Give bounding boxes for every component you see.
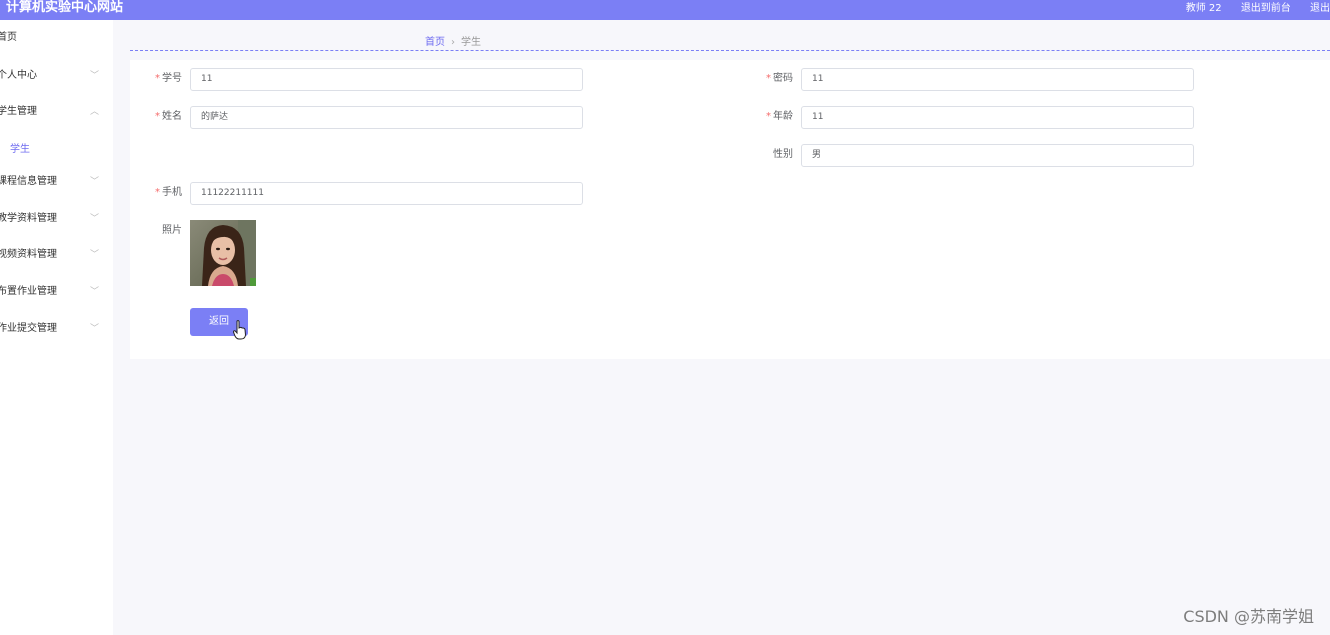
chevron-down-icon: ﹀ <box>89 177 99 187</box>
sidebar-item-label: 作业提交管理 <box>0 323 57 334</box>
sidebar-item-label: 个人中心 <box>0 70 37 81</box>
sidebar-item-label: 布置作业管理 <box>0 286 57 297</box>
password-field[interactable]: 11 <box>801 68 1194 91</box>
breadcrumb-separator-icon: › <box>451 37 455 48</box>
sidebar-item-label: 首页 <box>0 32 17 43</box>
sidebar-item-course-info[interactable]: 课程信息管理 ﹀ <box>0 172 113 192</box>
sidebar-item-teaching-materials[interactable]: 教学资料管理 ﹀ <box>0 209 113 229</box>
sidebar-item-home[interactable]: 首页 <box>0 28 113 48</box>
breadcrumb-home[interactable]: 首页 <box>425 37 445 48</box>
gender-field[interactable]: 男 <box>801 144 1194 167</box>
required-mark: * <box>766 111 771 122</box>
password-label: * 密码 <box>766 73 793 84</box>
breadcrumb-divider <box>130 50 1330 51</box>
logout-link[interactable]: 退出 <box>1310 0 1330 17</box>
exit-to-front-link[interactable]: 退出到前台 <box>1241 0 1291 17</box>
chevron-down-icon: ﹀ <box>89 250 99 260</box>
chevron-down-icon: ﹀ <box>89 324 99 334</box>
required-mark: * <box>766 73 771 84</box>
photo-label: 照片 <box>162 225 182 236</box>
student-photo <box>190 220 256 286</box>
required-mark: * <box>155 187 160 198</box>
breadcrumb: 首页 › 学生 <box>425 33 481 48</box>
app-title: 计算机实验中心网站 <box>6 0 124 15</box>
student-id-label: * 学号 <box>155 73 182 84</box>
sidebar-item-video-materials[interactable]: 视频资料管理 ﹀ <box>0 245 113 265</box>
chevron-up-icon: ︿ <box>89 107 99 117</box>
age-field[interactable]: 11 <box>801 106 1194 129</box>
top-bar: 计算机实验中心网站 教师 22 退出到前台 退出 <box>0 0 1330 20</box>
sidebar-item-personal-center[interactable]: 个人中心 ﹀ <box>0 66 113 86</box>
sidebar-item-label: 视频资料管理 <box>0 249 57 260</box>
required-mark: * <box>155 73 160 84</box>
chevron-down-icon: ﹀ <box>89 214 99 224</box>
sidebar-item-label: 教学资料管理 <box>0 213 57 224</box>
chevron-down-icon: ﹀ <box>89 287 99 297</box>
sidebar-item-assign-homework[interactable]: 布置作业管理 ﹀ <box>0 282 113 302</box>
phone-label: * 手机 <box>155 187 182 198</box>
required-mark: * <box>155 111 160 122</box>
age-label: * 年龄 <box>766 111 793 122</box>
name-field[interactable]: 的萨达 <box>190 106 583 129</box>
gender-label: 性别 <box>773 149 793 160</box>
top-bar-actions: 教师 22 退出到前台 退出 <box>1170 0 1330 17</box>
phone-field[interactable]: 11122211111 <box>190 182 583 205</box>
watermark: CSDN @苏南学姐 <box>1183 607 1314 626</box>
student-id-field[interactable]: 11 <box>190 68 583 91</box>
sidebar-item-label: 课程信息管理 <box>0 176 57 187</box>
current-user: 教师 22 <box>1185 3 1222 14</box>
sidebar: 首页 个人中心 ﹀ 学生管理 ︿ 学生 课程信息管理 ﹀ 教学资料管理 ﹀ 视频… <box>0 20 113 635</box>
hand-cursor-icon <box>232 320 247 340</box>
sidebar-subitem-student[interactable]: 学生 <box>10 140 30 155</box>
chevron-down-icon: ﹀ <box>89 71 99 81</box>
name-label: * 姓名 <box>155 111 182 122</box>
sidebar-item-homework-submission[interactable]: 作业提交管理 ﹀ <box>0 319 113 339</box>
sidebar-item-student-management[interactable]: 学生管理 ︿ <box>0 102 113 122</box>
sidebar-item-label: 学生管理 <box>0 106 37 117</box>
breadcrumb-current: 学生 <box>461 37 481 48</box>
form-panel <box>130 60 1330 359</box>
